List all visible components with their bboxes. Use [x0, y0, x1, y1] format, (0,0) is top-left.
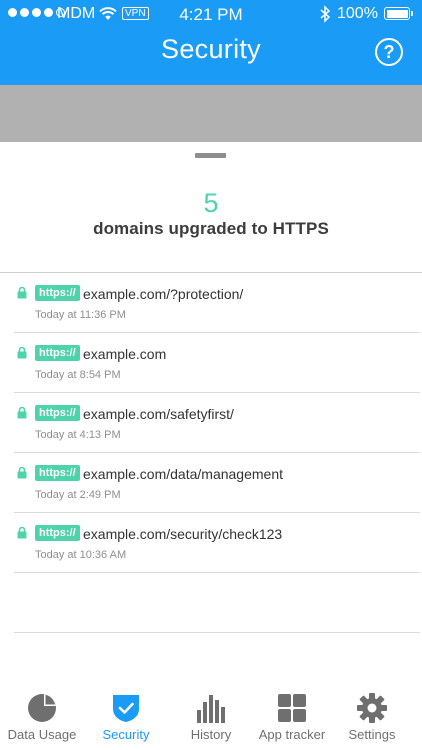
https-badge: https:// — [35, 465, 80, 481]
tab-label: Settings — [348, 727, 396, 742]
list-item[interactable]: https:// example.com Today at 8:54 PM — [14, 333, 420, 393]
tab-app-tracker[interactable]: App tracker — [250, 687, 334, 750]
list-item[interactable]: https:// example.com/security/check123 T… — [14, 513, 420, 573]
domain-timestamp: Today at 10:36 AM — [35, 549, 127, 561]
sheet-drag-handle[interactable] — [195, 153, 226, 158]
list-item[interactable]: https:// example.com/safetyfirst/ Today … — [14, 393, 420, 453]
domain-url: example.com/safetyfirst/ — [83, 406, 234, 422]
tab-label: History — [190, 727, 232, 742]
gear-icon — [357, 693, 387, 723]
tab-data-usage[interactable]: Data Usage — [0, 687, 84, 750]
https-badge: https:// — [35, 525, 80, 541]
upgraded-count: 5 — [203, 188, 219, 218]
list-item[interactable]: https:// example.com/?protection/ Today … — [14, 273, 420, 333]
status-bar: MDM VPN 4:21 PM 100% — [0, 0, 422, 28]
page-title: Security — [161, 34, 261, 64]
lock-icon — [17, 286, 27, 299]
battery-icon — [384, 7, 410, 20]
tab-history[interactable]: History — [169, 687, 253, 750]
tab-label: Data Usage — [7, 727, 77, 742]
pie-chart-icon — [28, 694, 56, 722]
domain-timestamp: Today at 11:36 PM — [35, 309, 126, 321]
lock-icon — [17, 406, 27, 419]
list-item[interactable]: https:// example.com/data/management Tod… — [14, 453, 420, 513]
grid-icon — [278, 694, 306, 722]
tab-settings[interactable]: Settings — [330, 687, 414, 750]
app-header: MDM VPN 4:21 PM 100% Security ? — [0, 0, 422, 85]
bluetooth-icon — [320, 5, 331, 23]
map-placeholder-band — [0, 85, 422, 142]
tab-bar: Data Usage Security History App tracker — [0, 687, 422, 750]
shield-check-icon — [113, 695, 139, 722]
domain-url: example.com/?protection/ — [83, 286, 244, 302]
question-mark-icon: ? — [383, 41, 395, 62]
empty-list-row — [14, 573, 420, 633]
domain-url: example.com/data/management — [83, 466, 283, 482]
battery-percent: 100% — [337, 5, 378, 22]
https-badge: https:// — [35, 345, 80, 361]
tab-security[interactable]: Security — [84, 687, 168, 750]
domain-timestamp: Today at 8:54 PM — [35, 369, 121, 381]
tab-label: App tracker — [258, 727, 326, 742]
https-upgrades-sheet: 5 domains upgraded to HTTPS https:// exa… — [0, 142, 422, 687]
help-button[interactable]: ? — [375, 38, 403, 66]
lock-icon — [17, 526, 27, 539]
battery-cap — [411, 11, 413, 16]
https-badge: https:// — [35, 405, 80, 421]
domain-url: example.com/security/check123 — [83, 526, 283, 542]
domain-list: https:// example.com/?protection/ Today … — [14, 273, 420, 633]
tab-label: Security — [102, 727, 150, 742]
bar-chart-icon — [197, 695, 225, 723]
upgraded-count-label: domains upgraded to HTTPS — [93, 219, 329, 238]
https-badge: https:// — [35, 285, 80, 301]
lock-icon — [17, 466, 27, 479]
domain-timestamp: Today at 4:13 PM — [35, 429, 121, 441]
domain-timestamp: Today at 2:49 PM — [35, 489, 121, 501]
domain-url: example.com — [83, 346, 167, 362]
lock-icon — [17, 346, 27, 359]
